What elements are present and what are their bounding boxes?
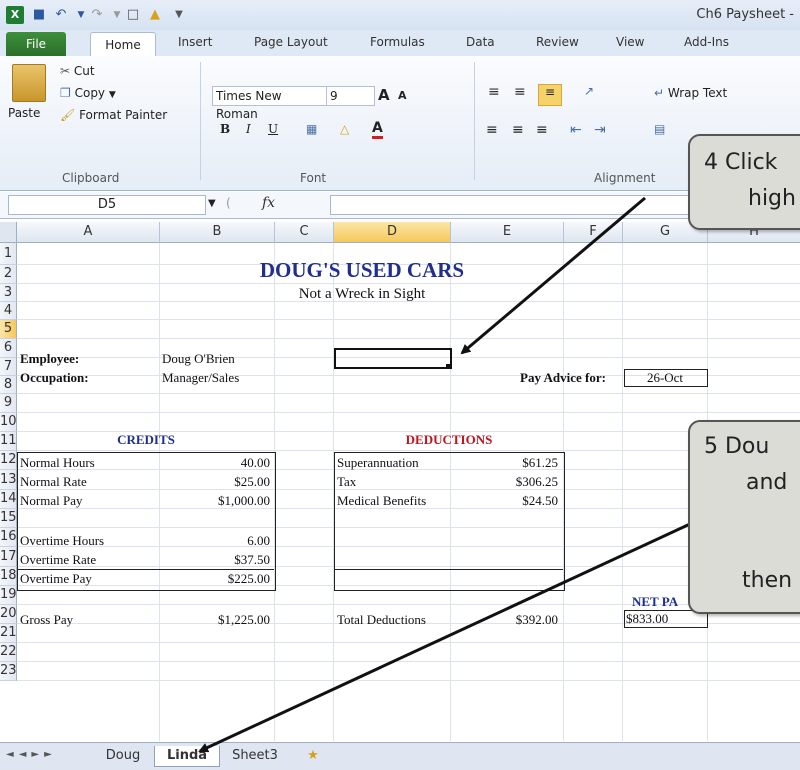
callout-5-line3: then: [742, 568, 793, 593]
arrow-to-linda-tab: [198, 522, 691, 753]
annotation-arrows: [198, 196, 691, 753]
callout-5-line1: 5 Dou: [704, 434, 770, 459]
callout-4-line2: high: [748, 186, 796, 211]
arrow-to-d5: [460, 196, 646, 355]
callout-step-5: 5 Dou and then: [688, 420, 800, 614]
callout-5-line2: and: [746, 470, 788, 495]
callout-step-4: 4 Click high: [688, 134, 800, 230]
callout-4-line1: 4 Click: [704, 150, 778, 175]
